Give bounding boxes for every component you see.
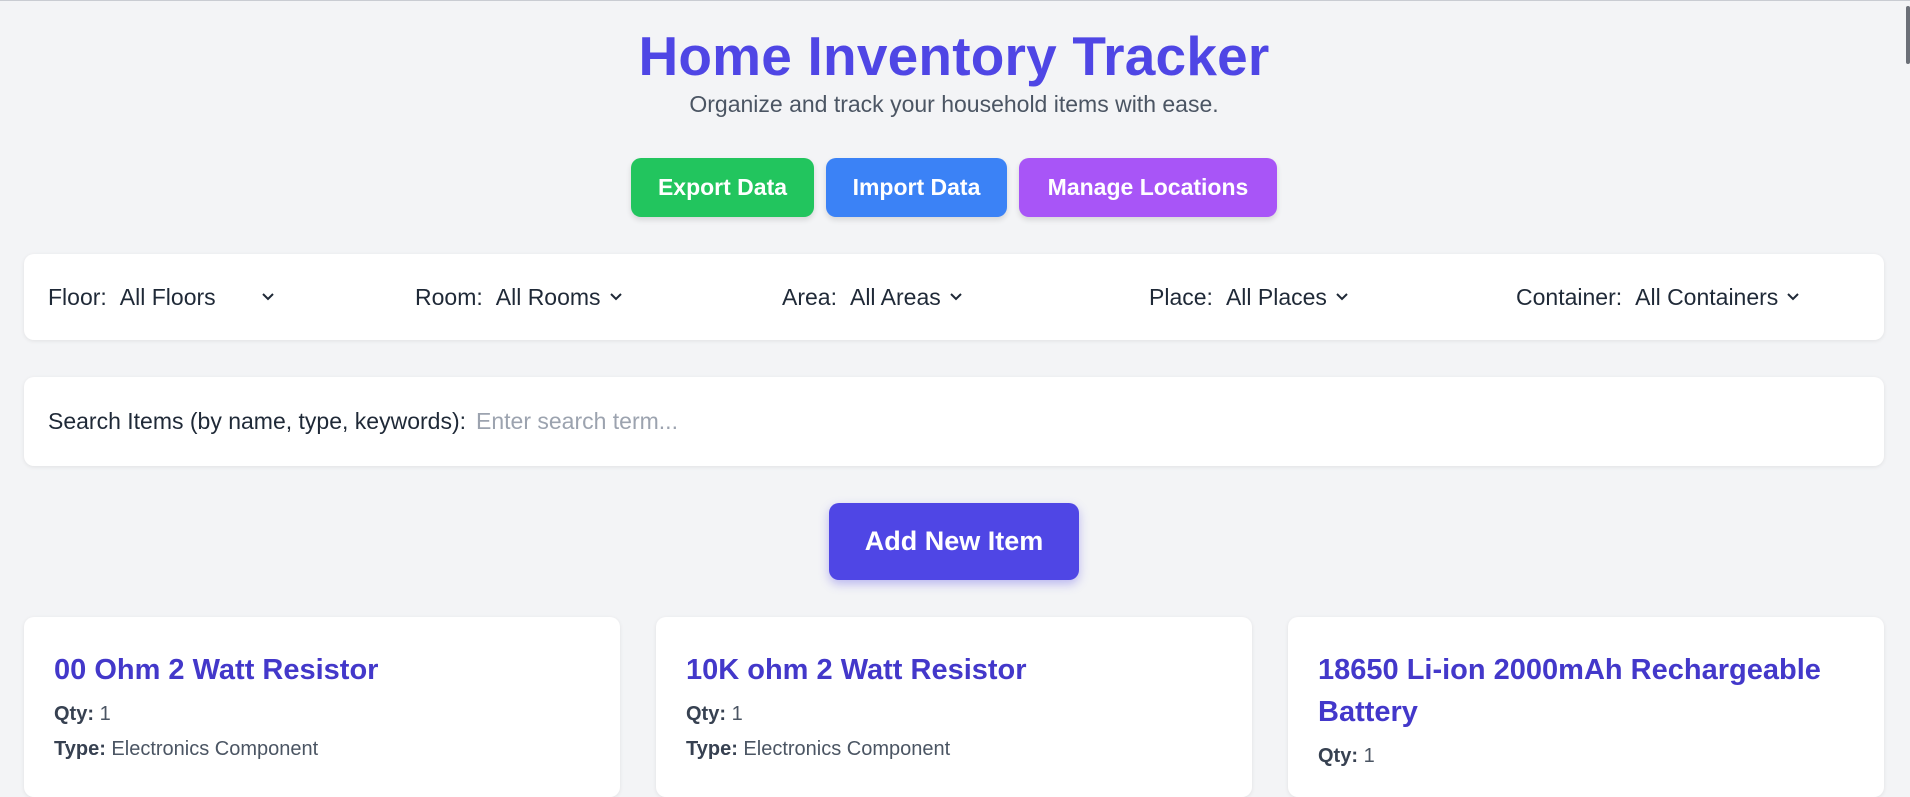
area-select-value: All Areas	[849, 283, 941, 310]
floor-select[interactable]: All Floors	[120, 284, 275, 311]
qty-label: Qty:	[54, 703, 94, 725]
type-label: Type:	[54, 738, 106, 760]
container-filter: Container: All Containers	[1516, 254, 1800, 340]
action-buttons: Export Data Import Data Manage Locations	[24, 158, 1884, 217]
item-card[interactable]: 18650 Li-ion 2000mAh Rechargeable Batter…	[1288, 617, 1884, 797]
container-select-value: All Containers	[1635, 283, 1779, 310]
add-new-item-button[interactable]: Add New Item	[829, 503, 1079, 580]
item-card[interactable]: 10K ohm 2 Watt Resistor Qty: 1 Type: Ele…	[656, 617, 1252, 797]
type-label: Type:	[686, 738, 738, 760]
room-select-value: All Rooms	[495, 283, 601, 310]
qty-value: 1	[99, 703, 111, 725]
floor-filter: Floor: All Floors	[48, 254, 275, 340]
chevron-down-icon	[950, 293, 962, 301]
chevron-down-icon	[262, 293, 274, 301]
area-filter-label: Area:	[782, 283, 837, 310]
export-data-button[interactable]: Export Data	[631, 158, 814, 217]
chevron-down-icon	[609, 293, 622, 301]
place-select[interactable]: All Places	[1226, 284, 1349, 311]
container-filter-label: Container:	[1516, 283, 1623, 310]
location-filters-panel: Floor: All Floors Room: All Rooms Area: …	[24, 254, 1884, 340]
room-filter-label: Room:	[415, 283, 483, 310]
area-filter: Area: All Areas	[782, 254, 963, 340]
item-name: 18650 Li-ion 2000mAh Rechargeable Batter…	[1318, 654, 1821, 728]
window-top-border	[0, 0, 1910, 1]
manage-locations-button[interactable]: Manage Locations	[1019, 158, 1277, 217]
qty-value: 1	[1363, 745, 1375, 767]
scrollbar-thumb[interactable]	[1906, 6, 1910, 64]
page-title: Home Inventory Tracker	[638, 25, 1270, 87]
item-name: 00 Ohm 2 Watt Resistor	[54, 654, 379, 686]
search-label: Search Items (by name, type, keywords):	[48, 408, 466, 434]
room-filter: Room: All Rooms	[415, 254, 623, 340]
place-filter: Place: All Places	[1149, 254, 1349, 340]
chevron-down-icon	[1336, 293, 1348, 301]
floor-filter-label: Floor:	[48, 283, 107, 310]
item-name: 10K ohm 2 Watt Resistor	[686, 654, 1027, 686]
item-type: Type: Electronics Component	[54, 738, 318, 761]
qty-value: 1	[731, 703, 743, 725]
type-value: Electronics Component	[111, 738, 319, 760]
type-value: Electronics Component	[743, 738, 951, 760]
chevron-down-icon	[1787, 293, 1800, 301]
item-qty: Qty: 1	[54, 703, 111, 726]
place-filter-label: Place:	[1149, 283, 1213, 310]
place-select-value: All Places	[1225, 283, 1327, 310]
add-item-wrapper: Add New Item	[24, 503, 1884, 580]
room-select[interactable]: All Rooms	[496, 284, 623, 311]
import-data-button[interactable]: Import Data	[826, 158, 1007, 217]
floor-select-value: All Floors	[119, 283, 216, 310]
search-panel: Search Items (by name, type, keywords):	[24, 377, 1884, 466]
container-select[interactable]: All Containers	[1635, 284, 1800, 311]
page-subtitle: Organize and track your household items …	[689, 91, 1219, 117]
qty-label: Qty:	[686, 703, 726, 725]
qty-label: Qty:	[1318, 745, 1358, 767]
item-qty: Qty: 1	[686, 703, 743, 726]
area-select[interactable]: All Areas	[850, 284, 963, 311]
item-type: Type: Electronics Component	[686, 738, 950, 761]
item-card[interactable]: 00 Ohm 2 Watt Resistor Qty: 1 Type: Elec…	[24, 617, 620, 797]
search-input[interactable]	[474, 407, 1858, 436]
item-qty: Qty: 1	[1318, 745, 1375, 768]
